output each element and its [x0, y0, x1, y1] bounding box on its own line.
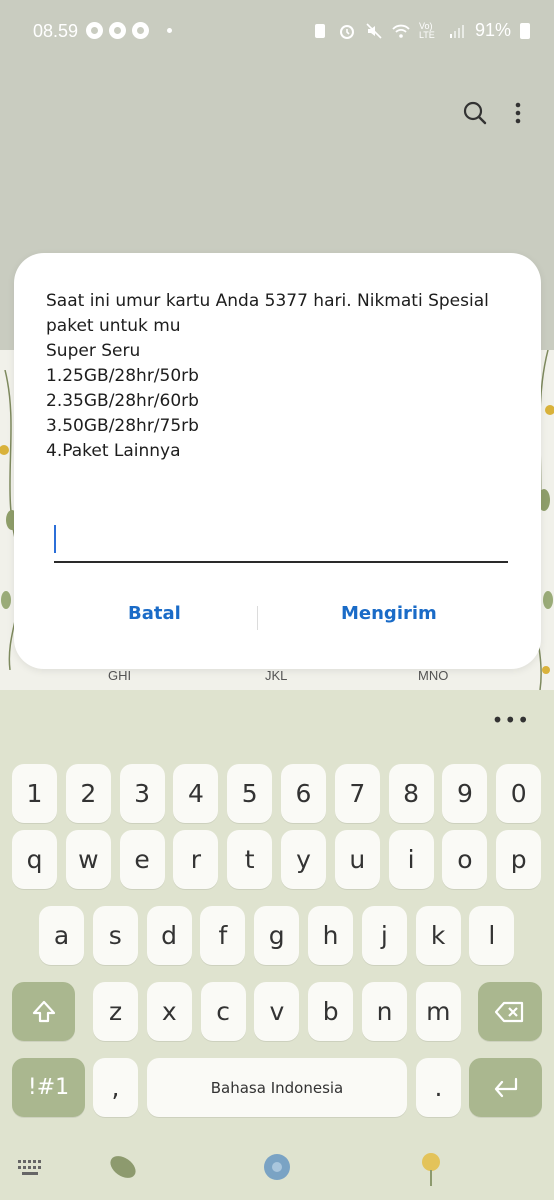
keyboard-more-button[interactable]: ••• [492, 708, 530, 732]
key-8[interactable]: 8 [388, 764, 434, 823]
leaf-decoration-icon [110, 1156, 136, 1178]
symbols-key[interactable]: !#1 [12, 1058, 85, 1117]
keypad-hint-ghi: GHI [108, 668, 132, 683]
text-cursor [54, 525, 56, 553]
key-u[interactable]: u [334, 830, 380, 889]
key-1[interactable]: 1 [12, 764, 57, 823]
period-key[interactable]: . [416, 1058, 461, 1117]
key-7[interactable]: 7 [334, 764, 380, 823]
keypad-hint-jkl: JKL [265, 668, 288, 683]
key-z[interactable]: z [93, 982, 138, 1041]
key-f[interactable]: f [200, 906, 246, 965]
key-c[interactable]: c [200, 982, 246, 1041]
key-n[interactable]: n [362, 982, 407, 1041]
key-r[interactable]: r [173, 830, 219, 889]
wifi-icon [392, 24, 410, 38]
whatsapp-icon [109, 22, 126, 39]
key-e[interactable]: e [119, 830, 165, 889]
keyboard-bottom-bar [0, 1140, 554, 1200]
yellow-flower-icon [422, 1153, 440, 1186]
space-key[interactable]: Bahasa Indonesia [147, 1058, 407, 1117]
reply-input[interactable] [54, 523, 508, 563]
key-d[interactable]: d [146, 906, 192, 965]
key-o[interactable]: o [442, 830, 488, 889]
keyboard: ••• 1234567890 qwertyuiop asdfghjkl zxcvbnm… [0, 690, 554, 1200]
key-b[interactable]: b [308, 982, 354, 1041]
key-6[interactable]: 6 [281, 764, 326, 823]
key-v[interactable]: v [254, 982, 300, 1041]
key-i[interactable]: i [388, 830, 434, 889]
enter-icon [494, 1077, 517, 1097]
key-x[interactable]: x [146, 982, 192, 1041]
notification-icons [86, 22, 172, 39]
comma-key[interactable]: , [93, 1058, 138, 1117]
key-j[interactable]: j [361, 906, 407, 965]
volte-label: Vo) LTE [418, 20, 435, 40]
key-5[interactable]: 5 [227, 764, 273, 823]
key-0[interactable]: 0 [496, 764, 542, 823]
key-t[interactable]: t [227, 830, 273, 889]
backspace-icon [495, 1001, 524, 1022]
dialog-message: Saat ini umur kartu Anda 5377 hari. Nikm… [46, 291, 489, 461]
app-notification-icon-2 [132, 22, 149, 39]
battery-saver-icon [314, 23, 325, 38]
enter-key[interactable] [469, 1058, 542, 1117]
key-h[interactable]: h [308, 906, 353, 965]
keypad-hint-mno: MNO [418, 668, 449, 683]
more-options-icon[interactable] [514, 101, 522, 125]
key-3[interactable]: 3 [119, 764, 165, 823]
key-p[interactable]: p [496, 830, 542, 889]
flower-decoration-icon [264, 1154, 290, 1180]
key-l[interactable]: l [469, 906, 515, 965]
key-s[interactable]: s [92, 906, 138, 965]
key-a[interactable]: a [39, 906, 84, 965]
backspace-key[interactable] [478, 982, 542, 1041]
key-k[interactable]: k [415, 906, 461, 965]
status-right: Vo) LTE 91% [311, 20, 530, 41]
key-4[interactable]: 4 [173, 764, 219, 823]
battery-icon [520, 22, 530, 39]
key-2[interactable]: 2 [65, 764, 111, 823]
key-y[interactable]: y [281, 830, 326, 889]
signal-icon [449, 24, 464, 38]
status-time: 08.59 [33, 21, 79, 41]
alarm-icon [339, 24, 354, 39]
search-icon[interactable] [462, 100, 488, 126]
ussd-dialog: Saat ini umur kartu Anda 5377 hari. Nikm… [14, 253, 541, 669]
button-divider [257, 606, 258, 630]
status-bar: 08.59 Vo) LTE 91% [0, 0, 554, 64]
key-m[interactable]: m [415, 982, 461, 1041]
keyboard-hide-icon[interactable] [18, 1160, 42, 1176]
key-g[interactable]: g [254, 906, 300, 965]
key-w[interactable]: w [65, 830, 111, 889]
app-notification-icon [86, 22, 103, 39]
shift-key[interactable] [12, 982, 75, 1041]
mute-icon [366, 22, 382, 39]
cancel-button[interactable]: Batal [128, 603, 181, 624]
battery-percent: 91% [474, 20, 511, 40]
key-9[interactable]: 9 [442, 764, 488, 823]
key-q[interactable]: q [12, 830, 57, 889]
send-button[interactable]: Mengirim [341, 603, 437, 624]
app-bar-actions [462, 100, 522, 126]
shift-icon [32, 1000, 55, 1022]
more-notifications-icon [167, 28, 172, 33]
